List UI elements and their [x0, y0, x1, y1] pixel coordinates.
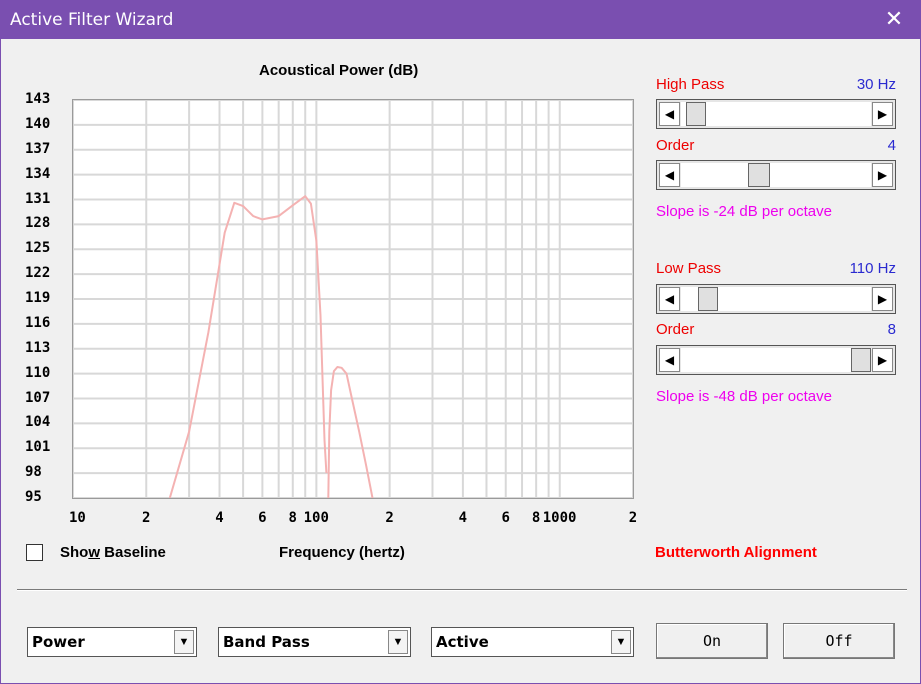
- chevron-down-icon[interactable]: ▼: [611, 630, 631, 654]
- measure-select[interactable]: Power ▼: [27, 627, 197, 657]
- high-pass-thumb[interactable]: [686, 102, 706, 126]
- filter-type-select[interactable]: Band Pass ▼: [218, 627, 411, 657]
- x-tick-label: 4: [458, 510, 468, 526]
- circuit-select[interactable]: Active ▼: [431, 627, 634, 657]
- y-tick-label: 110: [25, 364, 51, 381]
- low-pass-slider[interactable]: ◀ ▶: [656, 284, 896, 314]
- low-pass-track[interactable]: [681, 287, 871, 311]
- x-tick-label: 10: [69, 510, 86, 526]
- alignment-label: Butterworth Alignment: [655, 544, 817, 561]
- y-tick-label: 119: [25, 290, 51, 306]
- response-chart: [73, 100, 633, 498]
- window-title: Active Filter Wizard: [10, 10, 174, 30]
- high-pass-label: High Pass: [656, 76, 725, 93]
- response-curve-1: [327, 366, 374, 498]
- y-tick-label: 122: [25, 265, 51, 282]
- low-pass-value: 110 Hz: [849, 260, 896, 277]
- high-pass-order-thumb[interactable]: [748, 163, 770, 187]
- y-tick-label: 104: [25, 414, 51, 431]
- divider: [17, 589, 907, 591]
- dialog-window: Active Filter Wizard ✕ Acoustical Power …: [0, 0, 921, 684]
- plot-area: [72, 99, 634, 499]
- y-tick-label: 95: [25, 489, 42, 505]
- y-tick-label: 128: [25, 215, 51, 232]
- high-pass-order-label: Order: [656, 137, 695, 154]
- high-pass-track[interactable]: [681, 102, 871, 126]
- high-pass-order-value: 4: [887, 137, 896, 154]
- low-pass-label: Low Pass: [656, 260, 722, 277]
- circuit-select-value: Active: [436, 633, 489, 651]
- scroll-left-icon[interactable]: ◀: [659, 102, 680, 126]
- y-tick-label: 131: [25, 190, 51, 207]
- high-pass-slope-text: Slope is -24 dB per octave: [656, 203, 832, 220]
- off-button[interactable]: Off: [783, 623, 895, 659]
- y-tick-label: 113: [25, 339, 51, 356]
- scroll-right-icon[interactable]: ▶: [872, 348, 893, 372]
- x-tick-label: 6: [501, 510, 510, 526]
- y-tick-label: 107: [25, 389, 51, 406]
- y-tick-label: 134: [25, 165, 51, 182]
- y-tick-label: 116: [25, 314, 51, 331]
- on-button[interactable]: On: [656, 623, 768, 659]
- scroll-left-icon[interactable]: ◀: [659, 348, 680, 372]
- low-pass-order-slider[interactable]: ◀ ▶: [656, 345, 896, 375]
- y-tick-label: 101: [25, 439, 51, 456]
- show-baseline-checkbox[interactable]: [26, 544, 43, 561]
- y-tick-label: 137: [25, 140, 51, 157]
- low-pass-order-track[interactable]: [681, 348, 871, 372]
- low-pass-thumb[interactable]: [698, 287, 718, 311]
- scroll-right-icon[interactable]: ▶: [872, 163, 893, 187]
- scroll-left-icon[interactable]: ◀: [659, 163, 680, 187]
- measure-select-value: Power: [32, 633, 85, 651]
- x-tick-label: 6: [258, 510, 267, 526]
- x-tick-label: 8: [531, 510, 541, 526]
- low-pass-order-value: 8: [887, 321, 896, 338]
- low-pass-order-thumb[interactable]: [851, 348, 871, 372]
- response-curve-0: [168, 195, 328, 498]
- title-bar: Active Filter Wizard ✕: [1, 1, 920, 39]
- low-pass-slope-text: Slope is -48 dB per octave: [656, 388, 832, 405]
- x-tick-label: 2: [385, 510, 394, 526]
- y-tick-label: 140: [25, 115, 51, 132]
- chevron-down-icon[interactable]: ▼: [388, 630, 408, 654]
- x-tick-label: 4: [215, 510, 224, 526]
- show-baseline-label[interactable]: Show Baseline: [60, 544, 166, 561]
- y-tick-label: 125: [25, 240, 51, 257]
- y-tick-label: 143: [25, 91, 51, 107]
- low-pass-order-label: Order: [656, 321, 695, 338]
- y-tick-label: 98: [25, 464, 42, 481]
- x-tick-label: 2: [628, 510, 638, 526]
- x-tick-label: 100: [303, 510, 329, 526]
- scroll-left-icon[interactable]: ◀: [659, 287, 680, 311]
- high-pass-value: 30 Hz: [856, 76, 896, 93]
- chevron-down-icon[interactable]: ▼: [174, 630, 194, 654]
- x-tick-label: 8: [288, 510, 297, 526]
- x-tick-label: 2: [142, 510, 151, 526]
- x-tick-label: 1000: [542, 510, 577, 526]
- scroll-right-icon[interactable]: ▶: [872, 287, 893, 311]
- scroll-right-icon[interactable]: ▶: [872, 102, 893, 126]
- chart-title: Acoustical Power (dB): [259, 62, 419, 79]
- high-pass-order-slider[interactable]: ◀ ▶: [656, 160, 896, 190]
- high-pass-slider[interactable]: ◀ ▶: [656, 99, 896, 129]
- high-pass-order-track[interactable]: [681, 163, 871, 187]
- filter-type-select-value: Band Pass: [223, 633, 310, 651]
- close-icon[interactable]: ✕: [882, 7, 906, 31]
- x-axis-title: Frequency (hertz): [279, 544, 405, 561]
